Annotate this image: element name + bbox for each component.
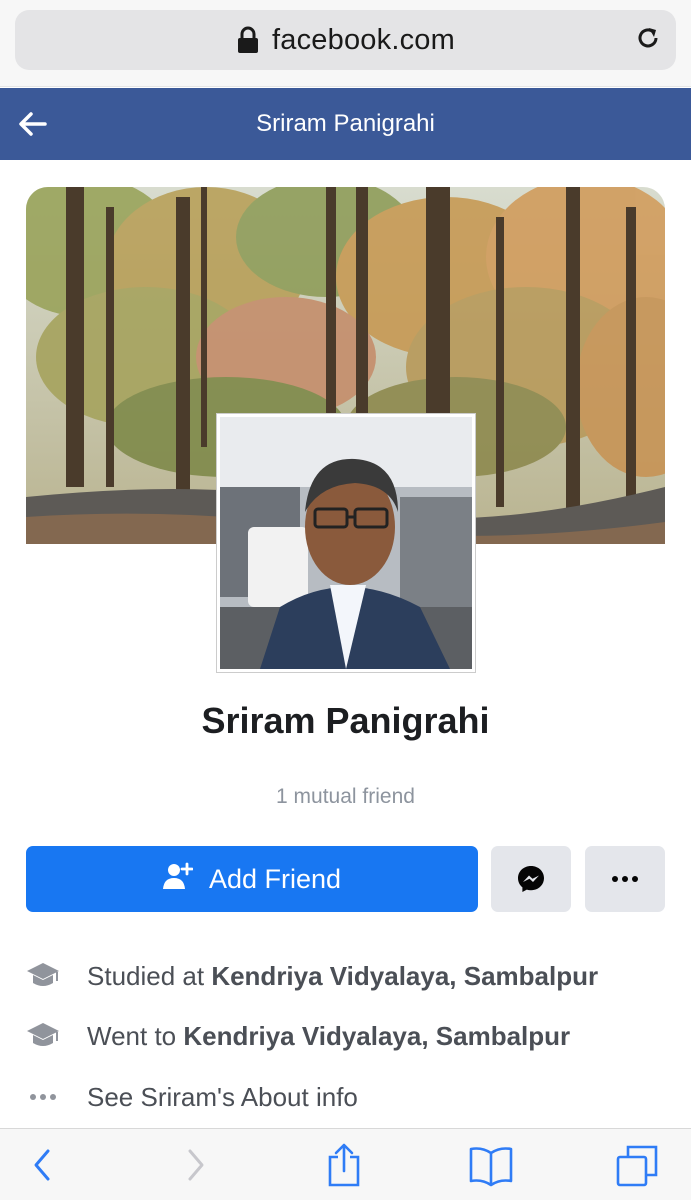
education-went-text: Went to Kendriya Vidyalaya, Sambalpur	[87, 1021, 570, 1052]
address-bar[interactable]: facebook.com	[15, 10, 676, 70]
tabs-icon[interactable]	[614, 1143, 660, 1187]
graduation-cap-icon	[26, 959, 60, 993]
share-icon[interactable]	[326, 1143, 362, 1187]
school-name[interactable]: Kendriya Vidyalaya, Sambalpur	[211, 961, 598, 991]
messenger-icon	[518, 866, 544, 892]
mutual-friends-count[interactable]: 1 mutual friend	[0, 785, 691, 809]
info-row-education: Studied at Kendriya Vidyalaya, Sambalpur	[26, 956, 666, 996]
info-row-about[interactable]: See Sriram's About info	[26, 1077, 666, 1117]
school-name[interactable]: Kendriya Vidyalaya, Sambalpur	[183, 1021, 570, 1051]
add-friend-label: Add Friend	[208, 863, 342, 894]
profile-picture[interactable]	[217, 414, 475, 672]
info-prefix: Went to	[87, 1020, 184, 1051]
more-horizontal-icon	[26, 1080, 60, 1114]
lock-icon	[238, 26, 259, 53]
add-friend-icon	[162, 862, 193, 889]
page-title: Sriram Panigrahi	[256, 110, 435, 137]
education-studied-text: Studied at Kendriya Vidyalaya, Sambalpur	[87, 961, 598, 992]
avatar	[220, 417, 472, 669]
info-row-went-to: Went to Kendriya Vidyalaya, Sambalpur	[26, 1016, 666, 1056]
browser-toolbar	[0, 1128, 691, 1200]
graduation-cap-icon	[26, 1019, 60, 1053]
add-friend-button[interactable]: Add Friend	[26, 846, 478, 912]
reload-icon[interactable]	[634, 24, 662, 52]
message-button[interactable]	[491, 846, 571, 912]
see-about-link[interactable]: See Sriram's About info	[87, 1082, 358, 1113]
forward-icon[interactable]	[184, 1143, 208, 1187]
more-horizontal-icon	[612, 876, 638, 882]
info-prefix: Studied at	[87, 960, 212, 991]
back-icon[interactable]	[30, 1143, 54, 1187]
page-header: Sriram Panigrahi	[0, 88, 691, 160]
browser-top-bar: facebook.com	[0, 0, 691, 87]
profile-name: Sriram Panigrahi	[201, 700, 490, 741]
bookmarks-icon[interactable]	[468, 1143, 514, 1187]
arrow-left-icon[interactable]	[17, 110, 47, 138]
url-text: facebook.com	[272, 23, 455, 56]
more-options-button[interactable]	[585, 846, 665, 912]
